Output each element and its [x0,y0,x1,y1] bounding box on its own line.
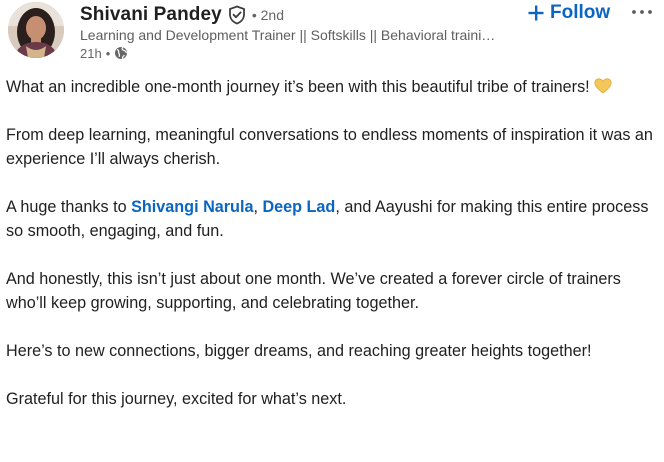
mention-shivangi-narula[interactable]: Shivangi Narula [131,198,253,216]
paragraph-3-intro: A huge thanks to [6,198,132,216]
author-headline: Learning and Development Trainer || Soft… [80,27,496,43]
mention-deep-lad[interactable]: Deep Lad [262,198,335,216]
yellow-heart-icon [594,77,612,94]
plus-icon [528,5,544,21]
post-header: Shivani Pandey • 2nd Learning and Develo… [0,0,664,66]
post-paragraph-2: From deep learning, meaningful conversat… [6,126,653,168]
verified-shield-icon [227,5,247,25]
post-meta: 21h • [80,44,128,62]
paragraph-1-text: What an incredible one-month journey it’… [6,78,590,96]
feed-post: Shivani Pandey • 2nd Learning and Develo… [0,0,664,462]
author-name-row: Shivani Pandey • 2nd [80,2,284,28]
connection-degree: • 2nd [251,7,284,23]
post-paragraph-3: A huge thanks to Shivangi Narula, Deep L… [6,195,658,243]
more-options-button[interactable] [628,0,656,22]
post-paragraph-1: What an incredible one-month journey it’… [6,75,658,99]
avatar[interactable] [8,2,64,58]
post-time: 21h [80,45,102,61]
follow-label: Follow [550,2,611,23]
post-paragraph-4: And honestly, this isn’t just about one … [6,270,621,312]
post-paragraph-6: Grateful for this journey, excited for w… [6,390,347,408]
post-paragraph-5: Here’s to new connections, bigger dreams… [6,342,592,360]
author-name[interactable]: Shivani Pandey [80,4,222,26]
follow-button[interactable]: Follow [524,0,614,26]
post-body: What an incredible one-month journey it’… [6,75,658,435]
ellipsis-icon [631,2,653,20]
meta-separator: • [105,45,111,61]
globe-icon [114,46,128,60]
